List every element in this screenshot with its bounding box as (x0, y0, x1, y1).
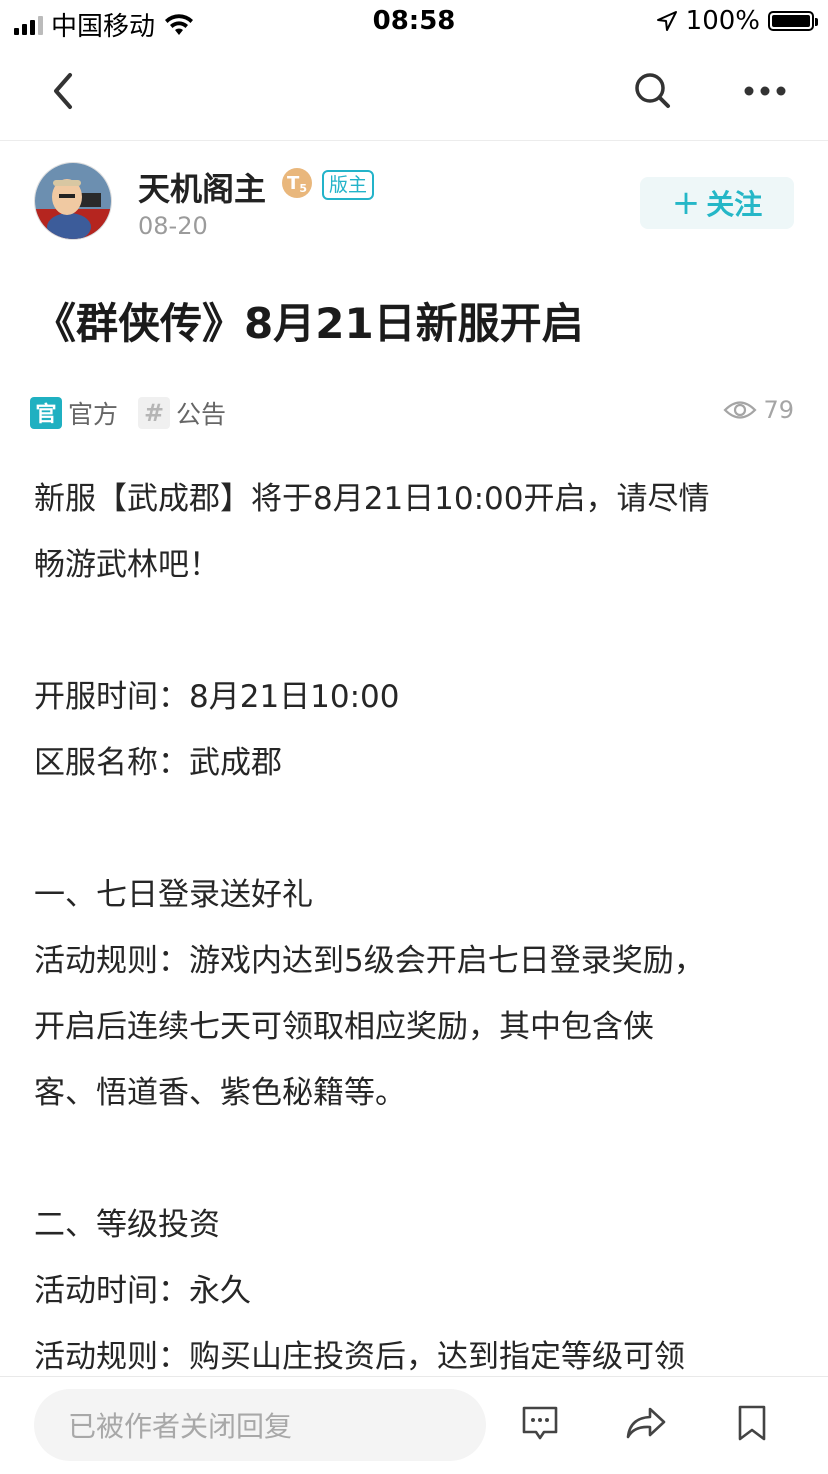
paragraph (34, 1126, 794, 1192)
tag-list: 官 官方 # 公告 (30, 396, 226, 430)
avatar[interactable] (34, 162, 112, 240)
paragraph: 一、七日登录送好礼 (34, 877, 313, 913)
location-arrow-icon (656, 11, 677, 31)
battery-icon (768, 11, 818, 31)
paragraph: 客、悟道香、紫色秘籍等。 (34, 1075, 406, 1111)
status-right: 100% (656, 6, 818, 36)
paragraph: 区服名称：武成郡 (34, 745, 282, 781)
tag-official[interactable]: 官 官方 (30, 395, 118, 431)
paragraph (34, 598, 794, 664)
paragraph: 新服【武成郡】将于8月21日10:00开启，请尽情 (34, 481, 710, 517)
follow-label: 关注 (706, 188, 763, 221)
level-badge: T5 (282, 168, 312, 198)
level-badge-letter: T (287, 172, 300, 194)
battery-percent: 100% (685, 6, 760, 36)
tag-announcement[interactable]: # 公告 (138, 395, 226, 431)
paragraph: 畅游武林吧！ (34, 547, 220, 583)
bottom-bar: 已被作者关闭回复 (0, 1376, 828, 1474)
battery-fill (772, 15, 810, 27)
post-title: 《群侠传》8月21日新服开启 (34, 299, 584, 348)
post-body: 新服【武成郡】将于8月21日10:00开启，请尽情 畅游武林吧！ 开服时间：8月… (34, 466, 794, 1390)
tag-label: 公告 (176, 400, 227, 429)
bookmark-icon[interactable] (728, 1399, 776, 1447)
hash-icon: # (138, 397, 171, 429)
back-icon[interactable] (38, 66, 88, 116)
official-icon: 官 (30, 397, 62, 429)
post-date: 08-20 (138, 212, 208, 240)
paragraph: 活动规则：游戏内达到5级会开启七日登录奖励， (34, 943, 705, 979)
paragraph: 开服时间：8月21日10:00 (34, 679, 400, 715)
follow-button[interactable]: + 关注 (640, 177, 794, 229)
paragraph: 活动时间：永久 (34, 1273, 251, 1309)
share-icon[interactable] (622, 1399, 670, 1447)
reply-input[interactable]: 已被作者关闭回复 (34, 1389, 486, 1461)
level-badge-number: 5 (299, 181, 307, 195)
paragraph: 二、等级投资 (34, 1207, 220, 1243)
author-row: 天机阁主 T5 版主 08-20 + 关注 (34, 162, 794, 242)
nav-bar (0, 44, 828, 141)
view-count-value: 79 (763, 396, 794, 424)
status-bar: 中国移动 08:58 100% (0, 0, 828, 44)
paragraph: 开启后连续七天可领取相应奖励，其中包含侠 (34, 1009, 654, 1045)
tag-label: 官方 (68, 400, 119, 429)
view-count: 79 (723, 396, 794, 424)
more-icon[interactable] (740, 66, 790, 116)
comment-icon[interactable] (516, 1399, 564, 1447)
eye-icon (723, 401, 758, 419)
paragraph (34, 796, 794, 862)
author-name[interactable]: 天机阁主 (138, 164, 266, 210)
moderator-badge: 版主 (322, 170, 375, 200)
search-icon[interactable] (628, 66, 678, 116)
plus-icon: + (671, 183, 701, 223)
